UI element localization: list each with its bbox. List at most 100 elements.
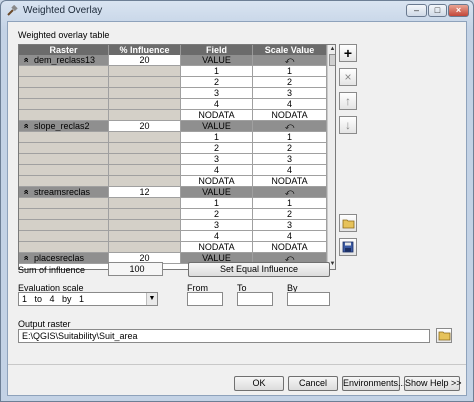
scale-value-cell[interactable]: NODATA — [253, 242, 327, 253]
header-scale-value[interactable]: Scale Value — [253, 45, 327, 55]
table-scrollbar[interactable]: ▲ ▼ — [327, 45, 335, 269]
open-remap-button[interactable] — [339, 214, 357, 232]
scale-value-cell-text: 4 — [286, 99, 292, 109]
scale-value-cell[interactable]: ⤺ — [253, 55, 327, 66]
environments-button[interactable]: Environments... — [342, 376, 406, 391]
scale-value-cell-text: 1 — [286, 66, 292, 76]
field-cell-text: 2 — [213, 77, 219, 87]
table-row[interactable]: 44 — [19, 99, 327, 110]
table-row[interactable]: 44 — [19, 231, 327, 242]
collapse-chevron-icon[interactable]: » — [21, 189, 31, 194]
scale-value-cell-text: 1 — [286, 198, 292, 208]
field-cell-text: VALUE — [202, 121, 231, 131]
influence-cell-text: 12 — [139, 187, 150, 197]
from-input[interactable] — [187, 292, 223, 306]
influence-cell[interactable]: 20 — [109, 55, 181, 66]
field-cell: 1 — [181, 66, 253, 77]
raster-cell: » streamsreclas — [19, 187, 109, 198]
to-input[interactable] — [237, 292, 273, 306]
output-raster-input[interactable]: E:\QGIS\Suitability\Suit_area — [18, 329, 430, 343]
scale-value-cell[interactable]: 4 — [253, 231, 327, 242]
scale-value-cell[interactable]: 1 — [253, 198, 327, 209]
field-cell-text: 1 — [213, 132, 219, 142]
table-row[interactable]: 22 — [19, 209, 327, 220]
table-row[interactable]: 33 — [19, 88, 327, 99]
raster-cell — [19, 209, 109, 220]
save-disk-icon — [342, 241, 354, 253]
scale-value-cell[interactable]: ⤺ — [253, 187, 327, 198]
scale-value-cell[interactable]: 3 — [253, 154, 327, 165]
title-bar[interactable]: Weighted Overlay – □ × — [1, 1, 473, 21]
raster-row[interactable]: » slope_reclas2 20 VALUE ⤺ — [19, 121, 327, 132]
collapse-chevron-icon[interactable]: » — [21, 57, 31, 62]
show-help-button[interactable]: Show Help >> — [404, 376, 462, 391]
header-influence[interactable]: % Influence — [109, 45, 181, 55]
table-row[interactable]: NODATA NODATA — [19, 110, 327, 121]
scale-value-cell[interactable]: 2 — [253, 77, 327, 88]
cancel-button[interactable]: Cancel — [288, 376, 338, 391]
field-cell: 4 — [181, 99, 253, 110]
raster-row[interactable]: » streamsreclas 12 VALUE ⤺ — [19, 187, 327, 198]
scale-value-cell[interactable]: 1 — [253, 66, 327, 77]
raster-cell — [19, 198, 109, 209]
move-up-button[interactable]: ↑ — [339, 92, 357, 110]
ok-button[interactable]: OK — [234, 376, 284, 391]
by-input[interactable] — [287, 292, 330, 306]
scale-value-cell[interactable]: 2 — [253, 143, 327, 154]
influence-cell — [109, 110, 181, 121]
scale-value-cell[interactable]: NODATA — [253, 176, 327, 187]
influence-cell[interactable]: 20 — [109, 121, 181, 132]
scale-value-cell[interactable]: NODATA — [253, 110, 327, 121]
maximize-button[interactable]: □ — [428, 4, 447, 17]
scroll-up-arrow-icon[interactable]: ▲ — [328, 45, 335, 54]
header-field[interactable]: Field — [181, 45, 253, 55]
weighted-overlay-table[interactable]: Raster % Influence Field Scale Value » de… — [18, 44, 336, 270]
table-row[interactable]: 11 — [19, 198, 327, 209]
table-row[interactable]: 33 — [19, 220, 327, 231]
close-button[interactable]: × — [448, 4, 469, 17]
table-row[interactable]: NODATA NODATA — [19, 176, 327, 187]
scale-value-cell[interactable]: 4 — [253, 99, 327, 110]
minimize-button[interactable]: – — [406, 4, 427, 17]
scale-value-cell[interactable]: 3 — [253, 220, 327, 231]
field-cell: 2 — [181, 209, 253, 220]
scale-value-cell[interactable]: ⤺ — [253, 121, 327, 132]
table-row[interactable]: 11 — [19, 66, 327, 77]
scale-value-cell-text: NODATA — [271, 176, 308, 186]
scale-value-cell[interactable]: 1 — [253, 132, 327, 143]
field-cell-text: 2 — [213, 209, 219, 219]
set-equal-influence-button[interactable]: Set Equal Influence — [188, 262, 330, 277]
scale-value-cell-text: 2 — [286, 77, 292, 87]
save-remap-button[interactable] — [339, 238, 357, 256]
scale-value-cell[interactable]: 3 — [253, 88, 327, 99]
scroll-thumb[interactable] — [329, 54, 335, 66]
field-cell-text: 3 — [213, 154, 219, 164]
table-row[interactable]: 11 — [19, 132, 327, 143]
table-row[interactable]: 22 — [19, 77, 327, 88]
table-row[interactable]: NODATA NODATA — [19, 242, 327, 253]
collapse-chevron-icon[interactable]: » — [21, 123, 31, 128]
field-cell-text: 3 — [213, 88, 219, 98]
influence-cell[interactable]: 12 — [109, 187, 181, 198]
scale-value-cell[interactable]: 2 — [253, 209, 327, 220]
raster-cell-text: slope_reclas2 — [34, 121, 90, 131]
folder-open-icon — [342, 219, 354, 229]
evaluation-scale-select[interactable]: 1 to 4 by 1 ▼ — [18, 292, 158, 306]
browse-output-button[interactable] — [436, 328, 452, 343]
raster-cell — [19, 154, 109, 165]
header-raster[interactable]: Raster — [19, 45, 109, 55]
field-cell: 3 — [181, 154, 253, 165]
collapse-chevron-icon[interactable]: » — [21, 255, 31, 260]
table-row[interactable]: 44 — [19, 165, 327, 176]
raster-row[interactable]: » dem_reclass13 20 VALUE ⤺ — [19, 55, 327, 66]
table-header: Raster % Influence Field Scale Value — [19, 45, 327, 55]
scale-value-cell[interactable]: 4 — [253, 165, 327, 176]
raster-cell — [19, 220, 109, 231]
add-raster-button[interactable]: + — [339, 44, 357, 62]
move-down-button[interactable]: ↓ — [339, 116, 357, 134]
remove-raster-button[interactable]: × — [339, 68, 357, 86]
raster-cell: » placesreclas — [19, 253, 109, 264]
raster-cell — [19, 77, 109, 88]
table-row[interactable]: 22 — [19, 143, 327, 154]
table-row[interactable]: 33 — [19, 154, 327, 165]
